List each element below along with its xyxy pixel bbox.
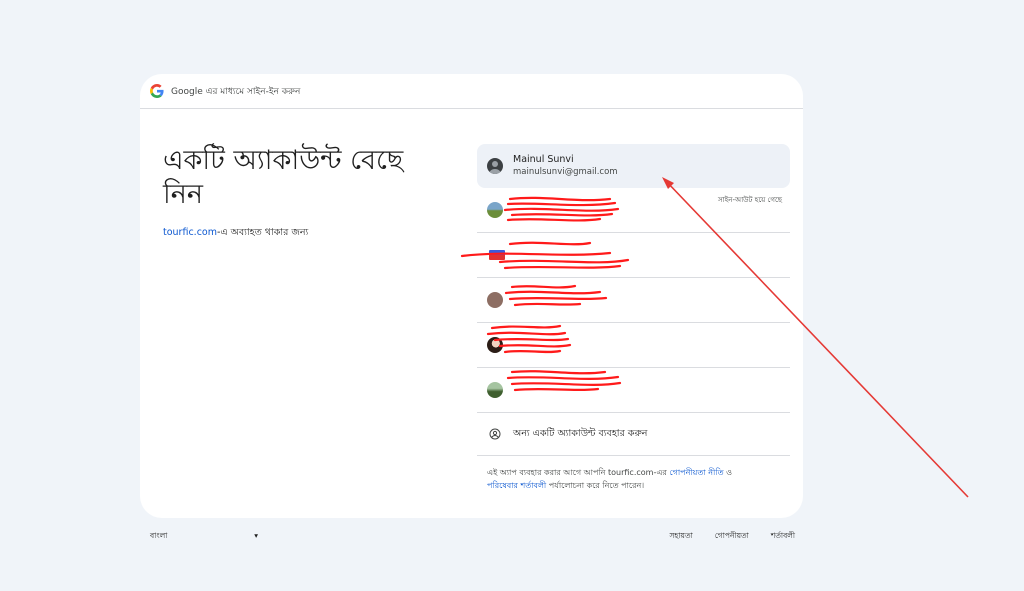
annotation-arrow xyxy=(662,177,969,498)
privacy-link[interactable]: গোপনীয়তা xyxy=(715,531,749,543)
chevron-down-icon: ▾ xyxy=(254,531,258,540)
footer-links: সহায়তা গোপনীয়তা শর্তাবলী xyxy=(669,531,795,543)
terms-footer-link[interactable]: শর্তাবলী xyxy=(771,531,795,543)
help-link[interactable]: সহায়তা xyxy=(669,531,692,543)
language-selector[interactable]: বাংলা ▾ xyxy=(150,531,258,543)
language-label: বাংলা xyxy=(150,531,168,540)
